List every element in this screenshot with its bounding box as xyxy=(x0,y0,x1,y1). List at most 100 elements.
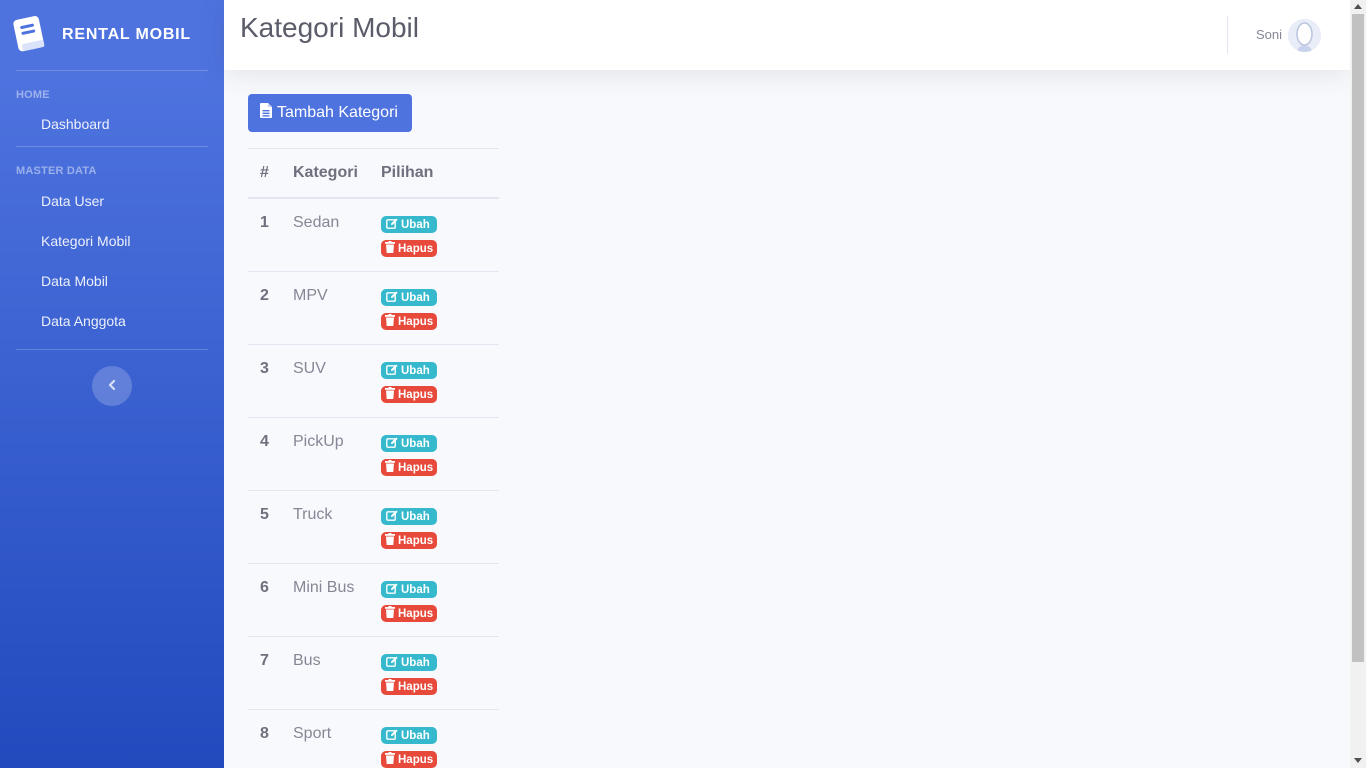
row-number: 6 xyxy=(260,579,269,596)
edit-button[interactable]: Ubah xyxy=(381,727,437,744)
edit-icon xyxy=(386,291,401,305)
edit-button[interactable]: Ubah xyxy=(381,435,437,452)
table-row: 8 Sport Ubah Hapus xyxy=(248,710,499,768)
add-category-button[interactable]: Tambah Kategori xyxy=(248,94,412,132)
sidebar-brand[interactable]: RENTAL MOBIL xyxy=(0,0,224,70)
trash-icon xyxy=(385,460,398,475)
row-number: 8 xyxy=(260,725,269,742)
trash-icon xyxy=(385,387,398,402)
row-kategori: Truck xyxy=(293,506,333,523)
row-kategori: Bus xyxy=(293,652,321,669)
row-number: 2 xyxy=(260,287,269,304)
trash-icon xyxy=(385,241,398,256)
delete-button[interactable]: Hapus xyxy=(381,605,437,622)
delete-button[interactable]: Hapus xyxy=(381,459,437,476)
scroll-up-icon[interactable] xyxy=(1354,4,1362,9)
edit-button[interactable]: Ubah xyxy=(381,581,437,598)
row-kategori: Sport xyxy=(293,725,332,742)
sidebar-heading-home: HOME xyxy=(16,89,50,101)
row-number: 4 xyxy=(260,433,269,450)
sidebar-item-data-anggota[interactable]: Data Anggota xyxy=(0,301,224,341)
delete-button[interactable]: Hapus xyxy=(381,751,437,768)
edit-icon xyxy=(386,218,401,232)
trash-icon xyxy=(385,533,398,548)
add-category-label: Tambah Kategori xyxy=(277,104,398,121)
delete-label: Hapus xyxy=(398,607,434,620)
delete-label: Hapus xyxy=(398,680,434,693)
edit-button[interactable]: Ubah xyxy=(381,654,437,671)
column-header-pilihan: Pilihan xyxy=(381,164,434,181)
page-title: Kategori Mobil xyxy=(240,12,419,43)
sidebar-item-dashboard[interactable]: Dashboard xyxy=(0,105,224,143)
edit-label: Ubah xyxy=(401,437,430,450)
table-row: 5 Truck Ubah Hapus xyxy=(248,491,499,564)
table-header: # Kategori Pilihan xyxy=(248,149,499,199)
sidebar-item-data-user[interactable]: Data User xyxy=(0,181,224,221)
row-number: 1 xyxy=(260,214,269,231)
edit-button[interactable]: Ubah xyxy=(381,289,437,306)
trash-icon xyxy=(385,752,398,767)
edit-label: Ubah xyxy=(401,218,430,231)
row-kategori: PickUp xyxy=(293,433,344,450)
avatar[interactable] xyxy=(1288,19,1321,52)
edit-label: Ubah xyxy=(401,583,430,596)
delete-label: Hapus xyxy=(398,753,434,766)
edit-label: Ubah xyxy=(401,729,430,742)
edit-button[interactable]: Ubah xyxy=(381,508,437,525)
edit-icon xyxy=(386,656,401,670)
edit-label: Ubah xyxy=(401,510,430,523)
sidebar-toggle-button[interactable] xyxy=(92,366,132,406)
sidebar-item-kategori-mobil[interactable]: Kategori Mobil xyxy=(0,221,224,261)
column-header-kategori: Kategori xyxy=(293,164,358,181)
delete-label: Hapus xyxy=(398,388,434,401)
sidebar: RENTAL MOBIL HOME Dashboard MASTER DATA … xyxy=(0,0,224,768)
user-name[interactable]: Soni xyxy=(1256,27,1282,42)
page-scrollbar[interactable] xyxy=(1350,0,1366,768)
table-row: 4 PickUp Ubah Hapus xyxy=(248,418,499,491)
delete-button[interactable]: Hapus xyxy=(381,313,437,330)
delete-label: Hapus xyxy=(398,534,434,547)
column-header-number: # xyxy=(260,164,269,181)
delete-label: Hapus xyxy=(398,461,434,474)
brand-name: RENTAL MOBIL xyxy=(62,26,191,43)
table-row: 2 MPV Ubah Hapus xyxy=(248,272,499,345)
row-number: 3 xyxy=(260,360,269,377)
delete-label: Hapus xyxy=(398,242,434,255)
row-kategori: Mini Bus xyxy=(293,579,355,596)
delete-button[interactable]: Hapus xyxy=(381,678,437,695)
edit-icon xyxy=(386,583,401,597)
edit-icon xyxy=(386,510,401,524)
trash-icon xyxy=(385,314,398,329)
trash-icon xyxy=(385,606,398,621)
scrollbar-thumb[interactable] xyxy=(1352,14,1364,662)
table-body: 1 Sedan Ubah Hapus 2 MPV Ubah Hapus 3 SUV Ubah Hapu… xyxy=(248,199,499,768)
sidebar-item-data-mobil[interactable]: Data Mobil xyxy=(0,261,224,301)
chevron-left-icon xyxy=(107,377,117,395)
row-kategori: MPV xyxy=(293,287,328,304)
file-icon xyxy=(260,103,272,123)
edit-label: Ubah xyxy=(401,656,430,669)
delete-button[interactable]: Hapus xyxy=(381,532,437,549)
table-row: 6 Mini Bus Ubah Hapus xyxy=(248,564,499,637)
edit-icon xyxy=(386,364,401,378)
trash-icon xyxy=(385,679,398,694)
row-kategori: SUV xyxy=(293,360,326,377)
book-icon xyxy=(10,12,54,59)
edit-icon xyxy=(386,437,401,451)
edit-label: Ubah xyxy=(401,364,430,377)
category-table: # Kategori Pilihan 1 Sedan Ubah Hapus 2 MPV Ub… xyxy=(248,148,499,768)
edit-label: Ubah xyxy=(401,291,430,304)
edit-button[interactable]: Ubah xyxy=(381,216,437,233)
topbar-divider xyxy=(1227,16,1228,54)
sidebar-heading-master-data: MASTER DATA xyxy=(16,165,97,177)
table-row: 7 Bus Ubah Hapus xyxy=(248,637,499,710)
row-number: 5 xyxy=(260,506,269,523)
delete-button[interactable]: Hapus xyxy=(381,386,437,403)
scroll-down-icon[interactable] xyxy=(1354,758,1362,763)
edit-button[interactable]: Ubah xyxy=(381,362,437,379)
delete-button[interactable]: Hapus xyxy=(381,240,437,257)
row-kategori: Sedan xyxy=(293,214,340,231)
table-row: 3 SUV Ubah Hapus xyxy=(248,345,499,418)
topbar: Kategori Mobil Soni xyxy=(224,0,1350,70)
sidebar-toggle-wrap xyxy=(0,350,224,406)
